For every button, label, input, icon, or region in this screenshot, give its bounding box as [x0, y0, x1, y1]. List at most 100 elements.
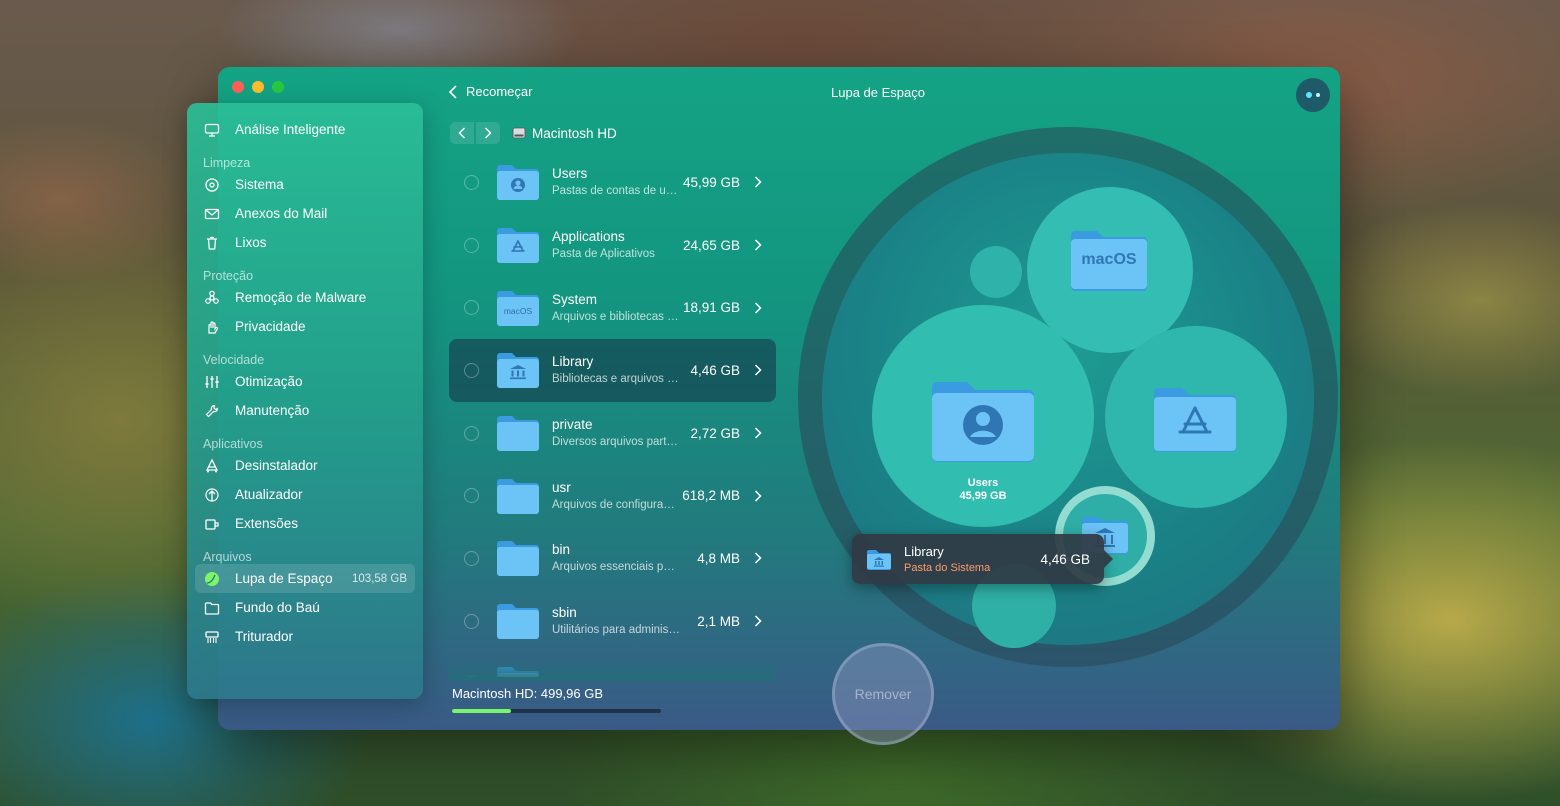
- sidebar-item-shredder[interactable]: Triturador: [187, 622, 423, 651]
- list-item[interactable]: macOS System Arquivos e bibliotecas do sis…: [449, 276, 776, 339]
- hard-drive-icon: [512, 127, 526, 139]
- chevron-left-icon: [458, 127, 465, 139]
- remove-button[interactable]: Remover: [832, 643, 934, 745]
- sidebar-item-label: Desinstalador: [235, 458, 318, 473]
- item-name: System: [552, 291, 598, 307]
- list-item-text: private Diversos arquivos particulares: [552, 416, 680, 450]
- shredder-icon: [203, 628, 221, 646]
- sidebar-item-sliders[interactable]: Otimização: [187, 367, 423, 396]
- sidebar-item-count: 103,58 GB: [352, 572, 407, 585]
- item-description: Bibliotecas e arquivos do sistema: [552, 373, 680, 386]
- chevron-right-icon[interactable]: [754, 176, 762, 188]
- macos-folder-label: macOS: [1081, 251, 1137, 268]
- apps-folder-icon: [496, 226, 540, 264]
- sidebar-item-label: Lupa de Espaço: [235, 571, 333, 586]
- sidebar-item-mail[interactable]: Anexos do Mail: [187, 199, 423, 228]
- sidebar-section-title: Proteção: [203, 269, 254, 283]
- list-item[interactable]: usr Arquivos de configuração 618,2 MB: [449, 464, 776, 527]
- select-checkbox[interactable]: [464, 362, 479, 378]
- library-folder-icon: [867, 550, 891, 570]
- uninstall-icon: [203, 457, 221, 475]
- macos-folder-icon: macOS: [496, 289, 540, 327]
- assistant-dot-icon: [1306, 92, 1312, 98]
- item-name: private: [552, 417, 593, 433]
- sidebar-item-wrench[interactable]: Manutenção: [187, 396, 423, 425]
- disk-icon: [203, 176, 221, 194]
- sidebar-item-disk[interactable]: Sistema: [187, 170, 423, 199]
- select-checkbox[interactable]: [464, 613, 479, 629]
- zoom-window-button[interactable]: [272, 81, 284, 93]
- nav-forward-button[interactable]: [476, 122, 500, 144]
- sidebar-item-label: Privacidade: [235, 319, 306, 334]
- page-title: Lupa de Espaço: [831, 85, 925, 100]
- list-item[interactable]: bin Arquivos essenciais para o sistema 4,8…: [449, 527, 776, 590]
- close-window-button[interactable]: [232, 81, 244, 93]
- chevron-right-icon[interactable]: [754, 552, 762, 564]
- item-name: Applications: [552, 229, 625, 245]
- list-item[interactable]: Users Pastas de contas de usuário45,99 GB: [449, 151, 776, 214]
- path-bar: Macintosh HD: [450, 122, 617, 144]
- sidebar-item-label: Remoção de Malware: [235, 290, 367, 305]
- sidebar-item-folder[interactable]: Fundo do Baú: [187, 593, 423, 622]
- space-lens-icon: [203, 570, 221, 588]
- file-list: Users Pastas de contas de usuário45,99 GB…: [449, 151, 776, 677]
- item-size: 618,2 MB: [682, 488, 740, 504]
- update-icon: [203, 486, 221, 504]
- tooltip-size: 4,46 GB: [1040, 551, 1090, 567]
- bubble-small[interactable]: [970, 246, 1022, 298]
- disk-name: Macintosh HD: [532, 125, 617, 141]
- list-item-text: System Arquivos e bibliotecas do sistema: [552, 291, 680, 325]
- window-controls: [232, 81, 284, 93]
- chevron-right-icon[interactable]: [754, 364, 762, 376]
- sidebar-item-space-lens[interactable]: Lupa de Espaço 103,58 GB: [195, 564, 415, 593]
- item-description: Diversos arquivos particulares: [552, 436, 680, 449]
- select-checkbox[interactable]: [464, 550, 479, 566]
- minimize-window-button[interactable]: [252, 81, 264, 93]
- disk-capacity-label: Macintosh HD: 499,96 GB: [452, 686, 604, 701]
- users-bubble-size: 45,99 GB: [959, 490, 1007, 502]
- chevron-right-icon[interactable]: [754, 302, 762, 314]
- sidebar-section-title: Aplicativos: [203, 437, 263, 451]
- sidebar-item-label: Lixos: [235, 235, 267, 250]
- sidebar-item-extensions[interactable]: Extensões: [187, 509, 423, 538]
- extensions-icon: [203, 515, 221, 533]
- chevron-right-icon[interactable]: [754, 490, 762, 502]
- item-description: Arquivos essenciais para o sistema: [552, 561, 680, 574]
- bubble-applications[interactable]: [1105, 326, 1287, 508]
- breadcrumb[interactable]: Macintosh HD: [512, 126, 617, 141]
- library-tooltip: Library Pasta do Sistema 4,46 GB: [852, 534, 1113, 584]
- sidebar-item-label: Manutenção: [235, 403, 310, 418]
- list-item[interactable]: sbin Utilitários para administração 2,1 MB: [449, 590, 776, 653]
- item-name: sbin: [552, 605, 577, 621]
- assistant-dot-icon: [1316, 93, 1320, 97]
- select-checkbox[interactable]: [464, 425, 479, 441]
- sidebar-item-hand[interactable]: Privacidade: [187, 312, 423, 341]
- sidebar-item-uninstall[interactable]: Desinstalador: [187, 451, 423, 480]
- item-name: Users: [552, 166, 588, 182]
- chevron-right-icon[interactable]: [754, 615, 762, 627]
- chevron-right-icon[interactable]: [754, 427, 762, 439]
- back-button[interactable]: Recomeçar: [448, 84, 532, 99]
- select-checkbox[interactable]: [464, 237, 479, 253]
- list-item[interactable]: Applications Pasta de Aplicativos 24,65 GB: [449, 214, 776, 277]
- folder-label: macOS: [503, 305, 533, 316]
- sidebar-item-biohazard[interactable]: Remoção de Malware: [187, 283, 423, 312]
- sidebar-item-smart-scan[interactable]: Análise Inteligente: [187, 115, 423, 144]
- list-item-text: bin Arquivos essenciais para o sistema: [552, 541, 680, 575]
- item-description: Pasta de Aplicativos: [552, 248, 655, 261]
- sidebar-item-label: Triturador: [235, 629, 294, 644]
- list-item[interactable]: Library Bibliotecas e arquivos do sistema…: [449, 339, 776, 402]
- select-checkbox[interactable]: [464, 300, 479, 316]
- item-description: Pastas de contas de usuário: [552, 185, 680, 198]
- users-bubble-label: Users 45,99 GB: [872, 477, 1094, 503]
- assistant-button[interactable]: [1296, 78, 1330, 112]
- nav-back-button[interactable]: [450, 122, 474, 144]
- item-size: 4,46 GB: [690, 362, 740, 378]
- chevron-right-icon[interactable]: [754, 239, 762, 251]
- select-checkbox[interactable]: [464, 488, 479, 504]
- sidebar-item-trash[interactable]: Lixos: [187, 228, 423, 257]
- list-item[interactable]: private Diversos arquivos particulares 2,7…: [449, 402, 776, 465]
- sidebar-item-update[interactable]: Atualizador: [187, 480, 423, 509]
- select-checkbox[interactable]: [464, 174, 479, 190]
- disk-usage-fill: [452, 709, 511, 713]
